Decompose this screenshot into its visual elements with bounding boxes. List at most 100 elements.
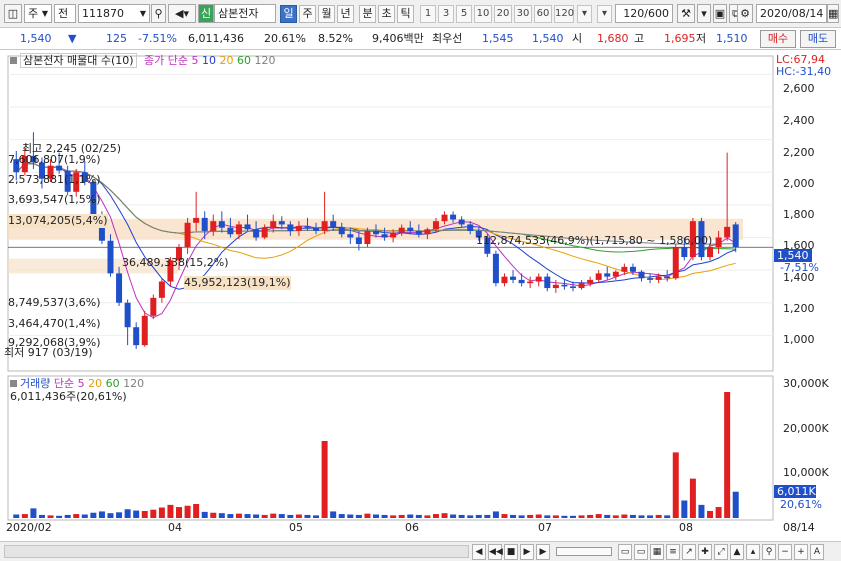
candle [501, 276, 508, 284]
candle [116, 273, 123, 303]
interval-spin[interactable]: ▾ [577, 5, 592, 23]
candle [672, 247, 679, 279]
window-menu-icon[interactable]: ◫ [4, 4, 22, 23]
scroll-track[interactable] [4, 545, 469, 558]
stock-code-input[interactable]: 111870 ▼ [78, 4, 150, 23]
zoom-out-icon[interactable]: − [778, 544, 792, 560]
crosshair-icon[interactable]: ✚ [698, 544, 712, 560]
market-type2-button[interactable]: 전 [54, 4, 76, 23]
layout-icon[interactable]: ▭ [618, 544, 632, 560]
trade-amount: 9,406백만 [372, 32, 424, 45]
candle [330, 221, 337, 228]
chart-icon[interactable]: ▴ [746, 544, 760, 560]
volume-bar [647, 515, 654, 518]
x-label-date: 08/14 [783, 521, 815, 534]
candle [595, 273, 602, 280]
price-tick: 2,400 [783, 114, 815, 127]
market-type-select[interactable]: 주 ▼ [24, 4, 52, 23]
volume-bar [330, 511, 337, 518]
current-change-tag: -7,51% [780, 261, 819, 274]
mountain-icon[interactable]: ▲ [730, 544, 744, 560]
sell-button[interactable]: 매도 [800, 30, 836, 48]
period-second[interactable]: 초 [378, 5, 395, 23]
interval-5[interactable]: 5 [456, 5, 472, 23]
volume-bar [381, 514, 388, 518]
tool-icon[interactable]: ⚒ [677, 4, 695, 23]
candle [321, 221, 328, 231]
interval-3[interactable]: 3 [438, 5, 454, 23]
zoom-slider[interactable] [556, 547, 612, 556]
period-minute[interactable]: 분 [359, 5, 376, 23]
scroll-left-icon[interactable]: ◀ [472, 544, 486, 560]
candle [612, 271, 619, 277]
stop-icon[interactable]: ■ [504, 544, 518, 560]
candle [638, 271, 645, 279]
ma60-label: 60 [237, 54, 252, 67]
period-month[interactable]: 월 [318, 5, 335, 23]
rewind-icon[interactable]: ◀◀ [488, 544, 503, 560]
save-icon[interactable]: ▣ [713, 4, 727, 23]
arrow-icon[interactable]: ↗ [682, 544, 696, 560]
calendar-icon[interactable]: ▦ [827, 4, 839, 23]
chart-svg[interactable] [0, 50, 841, 540]
profile-label-main: 112,874,533(46,9%)(1,715,80 ~ 1,586,00) [476, 234, 713, 247]
play-icon[interactable]: ▶ [520, 544, 534, 560]
volume-bar [304, 514, 311, 518]
candle [107, 240, 114, 274]
search-icon[interactable]: ⚲ [151, 4, 166, 23]
interval-30[interactable]: 30 [514, 5, 532, 23]
price-legend-name[interactable]: 삼본전자 매물대 수(10) [20, 53, 137, 68]
volume-bar [193, 504, 200, 518]
buy-button[interactable]: 매수 [760, 30, 796, 48]
search-icon[interactable]: ⚲ [762, 544, 776, 560]
gear-icon[interactable]: ⚙ [737, 4, 753, 23]
grid-icon[interactable]: ▦ [650, 544, 664, 560]
interval-10[interactable]: 10 [474, 5, 492, 23]
volume-legend-name[interactable]: 거래량 [20, 377, 50, 390]
text-icon[interactable]: A [810, 544, 824, 560]
candle [621, 266, 628, 272]
volume-bar [552, 515, 559, 518]
dropdown-icon[interactable]: ▾ [697, 4, 711, 23]
candle [724, 226, 731, 238]
period-week[interactable]: 주 [299, 5, 316, 23]
ratio: 8.52% [318, 32, 353, 45]
settings-spin[interactable]: ▾ [597, 5, 612, 23]
ma10-label: 10 [202, 54, 217, 67]
candle [133, 327, 140, 346]
volume-tick: 10,000K [783, 466, 829, 479]
period-day[interactable]: 일 [280, 5, 297, 23]
interval-60[interactable]: 60 [534, 5, 552, 23]
legend-square-icon [10, 57, 17, 64]
candle [141, 315, 148, 346]
count-display[interactable]: 120/600 [615, 4, 673, 23]
candle [398, 227, 405, 233]
stock-name: 삼본전자 [214, 4, 276, 23]
volume-bar [587, 514, 594, 518]
expand-icon[interactable]: ⤢ [714, 544, 728, 560]
period-year[interactable]: 년 [337, 5, 354, 23]
chart-area[interactable]: 삼본전자 매물대 수(10) 종가 단순 5 10 20 60 120 LC:6… [0, 50, 841, 540]
speaker-icon[interactable]: ◀▾ [168, 4, 196, 23]
volume-bar [629, 514, 636, 518]
candle [492, 253, 499, 284]
volume-bar [30, 508, 37, 518]
volume-bar [338, 514, 345, 518]
ma-label: 종가 단순 [144, 54, 189, 67]
candle [561, 284, 568, 287]
current-volume-tag: 6,011K [774, 485, 816, 498]
candle [707, 247, 714, 258]
zoom-in-icon[interactable]: + [794, 544, 808, 560]
candle [364, 230, 371, 244]
period-tick[interactable]: 틱 [397, 5, 414, 23]
volume-bar [364, 513, 371, 518]
interval-120[interactable]: 120 [554, 5, 574, 23]
interval-1[interactable]: 1 [420, 5, 436, 23]
list-icon[interactable]: ≡ [666, 544, 680, 560]
interval-20[interactable]: 20 [494, 5, 512, 23]
scroll-right-icon[interactable]: ▶ [536, 544, 550, 560]
candle [201, 217, 208, 231]
layout2-icon[interactable]: ▭ [634, 544, 648, 560]
hc-label: HC:-31,40 [776, 65, 832, 78]
date-field[interactable]: 2020/08/14 [756, 4, 827, 23]
